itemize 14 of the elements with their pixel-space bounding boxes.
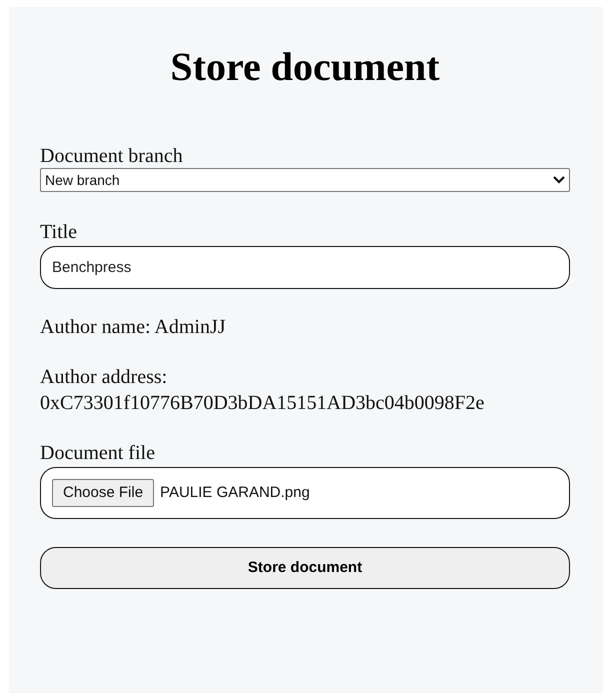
page-title: Store document [169, 43, 441, 91]
file-name: PAULIE GARAND.png [160, 482, 310, 503]
author-address: 0xC73301f10776B70D3bDA15151AD3bc04b0098F2e [40, 391, 484, 416]
store-document-button[interactable]: Store document [40, 547, 570, 589]
branch-select[interactable]: New branch [40, 168, 570, 192]
choose-file-button[interactable]: Choose File [52, 479, 154, 507]
author-address-label: Author address: [40, 365, 168, 389]
field-label: Title [40, 220, 78, 244]
field-label: Document file [40, 441, 155, 465]
file-input[interactable]: Choose File PAULIE GARAND.png [40, 467, 570, 519]
chevron-down-icon [553, 176, 565, 184]
field-label: Document branch [40, 144, 183, 168]
title-input[interactable]: Benchpress [40, 246, 570, 289]
author-name: Author name: AdminJJ [40, 315, 226, 339]
